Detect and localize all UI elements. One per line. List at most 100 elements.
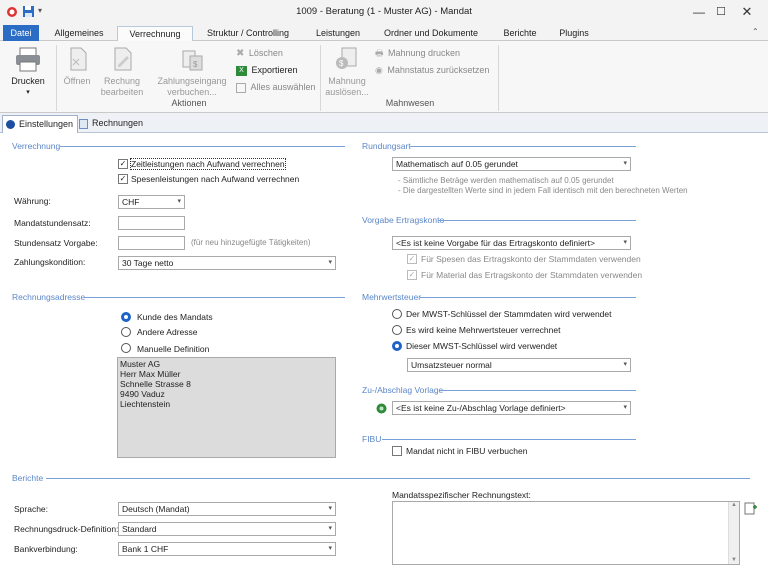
ertragskonto-select[interactable]: <Es ist keine Vorgabe für das Ertragskon… (392, 236, 631, 250)
alles-auswaehlen-button[interactable]: Alles auswählen (236, 80, 316, 94)
scroll-up-icon[interactable]: ▲ (729, 502, 739, 508)
tab-leistungen[interactable]: Leistungen (308, 26, 368, 41)
adresse-kunde-label: Kunde des Mandats (137, 312, 213, 322)
waehrung-select[interactable]: CHF ▾ (118, 195, 185, 209)
delete-icon: ✖ (236, 48, 245, 59)
scroll-down-icon[interactable]: ▼ (729, 557, 739, 563)
settings-icon (6, 120, 15, 129)
mandatstundensatz-label: Mandatstundensatz: (14, 218, 91, 228)
add-text-icon[interactable] (744, 501, 758, 515)
fibu-checkbox[interactable] (392, 446, 402, 456)
adresse-manuell-radio[interactable] (121, 343, 131, 353)
adresse-andere-label: Andere Adresse (137, 327, 198, 337)
printer-icon (16, 47, 40, 72)
svg-text:$: $ (193, 60, 198, 69)
reset-status-icon: ◉ (375, 65, 383, 75)
mwst-stammdaten-radio[interactable] (392, 309, 402, 319)
adresse-kunde-radio[interactable] (121, 312, 131, 322)
rundungsart-select[interactable]: Mathematisch auf 0.05 gerundet ▾ (392, 157, 631, 171)
tab-verrechnung[interactable]: Verrechnung (117, 26, 193, 42)
tab-berichte[interactable]: Berichte (496, 26, 544, 41)
tab-rechnungen[interactable]: Rechnungen (76, 115, 147, 133)
drucken-button[interactable]: Drucken ▾ (6, 45, 50, 98)
mwst-keine-radio[interactable] (392, 325, 402, 335)
chevron-down-icon: ▾ (623, 404, 627, 411)
stundensatz-hint: (für neu hinzugefügte Tätigkeiten) (191, 238, 311, 247)
zuabschlag-select[interactable]: <Es ist keine Zu-/Abschlag Vorlage defin… (392, 401, 631, 415)
mahnung-ausloesen-button[interactable]: $ Mahnung auslösen... (324, 45, 370, 98)
ertragskonto-material-checkbox[interactable]: ✓ (407, 270, 417, 280)
section-rundungsart: Rundungsart (362, 141, 411, 151)
address-textarea[interactable]: Muster AG Herr Max Müller Schnelle Stras… (117, 357, 336, 458)
svg-text:$: $ (339, 59, 344, 68)
tab-plugins[interactable]: Plugins (552, 26, 596, 41)
exportieren-button[interactable]: X Exportieren (236, 63, 298, 77)
invoice-icon (79, 119, 88, 129)
tab-ordner-und-dokumente[interactable]: Ordner und Dokumente (372, 26, 490, 41)
section-rechnungsadresse: Rechnungsadresse (12, 292, 86, 302)
mwst-dieser-radio[interactable] (392, 341, 402, 351)
rundungsart-note-2: - Die dargestellten Werte sind in jedem … (398, 186, 688, 195)
mwst-dieser-label: Dieser MWST-Schlüssel wird verwendet (406, 341, 558, 351)
mwst-schluessel-select[interactable]: Umsatzsteuer normal ▾ (407, 358, 631, 372)
close-button[interactable]: ✕ (724, 0, 768, 24)
payment-icon: $ (182, 50, 203, 71)
mwst-stammdaten-label: Der MWST-Schlüssel der Stammdaten wird v… (406, 309, 612, 319)
rundungsart-note-1: - Sämtliche Beträge werden mathematisch … (398, 176, 614, 185)
stundensatz-vorgabe-input[interactable] (118, 236, 185, 250)
waehrung-label: Währung: (14, 196, 51, 206)
group-aktionen: Aktionen (171, 98, 207, 108)
tab-datei[interactable]: Datei (3, 25, 39, 41)
rechnungstext-textarea[interactable]: ▲ ▼ (392, 501, 740, 565)
ertragskonto-spesen-checkbox[interactable]: ✓ (407, 254, 417, 264)
spesenleistungen-label: Spesenleistungen nach Aufwand verrechnen (131, 174, 300, 184)
fibu-label: Mandat nicht in FIBU verbuchen (406, 446, 528, 456)
section-verrechnung: Verrechnung (12, 141, 61, 151)
rechnungsdruck-label: Rechnungsdruck-Definition: (14, 524, 119, 534)
edit-invoice-icon (114, 47, 132, 71)
sprache-select[interactable]: Deutsch (Mandat) ▾ (118, 502, 336, 516)
oeffnen-button[interactable]: Öffnen (60, 45, 94, 87)
zahlungskondition-select[interactable]: 30 Tage netto ▾ (118, 256, 336, 270)
zahlungseingang-button[interactable]: $ Zahlungseingang verbuchen... (154, 45, 230, 98)
spesenleistungen-checkbox[interactable]: ✓ (118, 174, 128, 184)
textarea-scrollbar[interactable]: ▲ ▼ (728, 502, 739, 564)
chevron-down-icon: ▾ (623, 361, 627, 368)
ribbon-tabs: Datei Allgemeines Verrechnung Struktur /… (0, 24, 768, 42)
adresse-andere-radio[interactable] (121, 327, 131, 337)
chevron-down-icon: ▾ (328, 505, 332, 512)
section-fibu: FIBU (362, 434, 382, 444)
title-bar: ▾ 1009 - Beratung (1 - Muster AG) - Mand… (0, 0, 768, 24)
chevron-down-icon: ▾ (177, 198, 181, 205)
print-reminder-icon: 🖶 (375, 48, 384, 58)
mandatstundensatz-input[interactable] (118, 216, 185, 230)
tab-einstellungen[interactable]: Einstellungen (2, 115, 79, 133)
globe-icon[interactable] (376, 403, 387, 414)
mwst-keine-label: Es wird keine Mehrwertsteuer verrechnet (406, 325, 561, 335)
chevron-down-icon: ▾ (328, 545, 332, 552)
mahnung-drucken-button[interactable]: 🖶 Mahnung drucken (375, 46, 460, 60)
section-mehrwertsteuer: Mehrwertsteuer (362, 292, 422, 302)
chevron-down-icon: ▾ (623, 160, 627, 167)
rechnung-bearbeiten-button[interactable]: Rechung bearbeiten (98, 45, 146, 98)
rechnungsdruck-select[interactable]: Standard ▾ (118, 522, 336, 536)
collapse-ribbon-icon[interactable]: ⌃ (752, 27, 759, 36)
ertragskonto-spesen-label: Für Spesen das Ertragskonto der Stammdat… (421, 254, 641, 264)
loeschen-button[interactable]: ✖ Löschen (236, 46, 283, 60)
mahnstatus-zuruecksetzen-button[interactable]: ◉ Mahnstatus zurücksetzen (375, 63, 489, 77)
ribbon: Drucken ▾ Öffnen Rechung bearbeiten $ Za… (0, 41, 768, 113)
chevron-down-icon: ▾ (328, 525, 332, 532)
chevron-down-icon: ▾ (328, 259, 332, 266)
tab-allgemeines[interactable]: Allgemeines (46, 26, 112, 41)
section-zuabschlag: Zu-/Abschlag Vorlage (362, 385, 444, 395)
adresse-manuell-label: Manuelle Definition (137, 344, 210, 354)
select-all-icon (236, 82, 246, 93)
window-title: 1009 - Beratung (1 - Muster AG) - Mandat (296, 6, 472, 17)
ertragskonto-material-label: Für Material das Ertragskonto der Stammd… (421, 270, 643, 280)
section-berichte: Berichte (12, 473, 44, 483)
zeitleistungen-checkbox[interactable]: ✓ (118, 159, 128, 169)
bankverbindung-select[interactable]: Bank 1 CHF ▾ (118, 542, 336, 556)
tab-struktur-controlling[interactable]: Struktur / Controlling (198, 26, 298, 41)
stundensatz-vorgabe-label: Stundensatz Vorgabe: (14, 238, 98, 248)
zahlungskondition-label: Zahlungskondition: (14, 257, 86, 267)
